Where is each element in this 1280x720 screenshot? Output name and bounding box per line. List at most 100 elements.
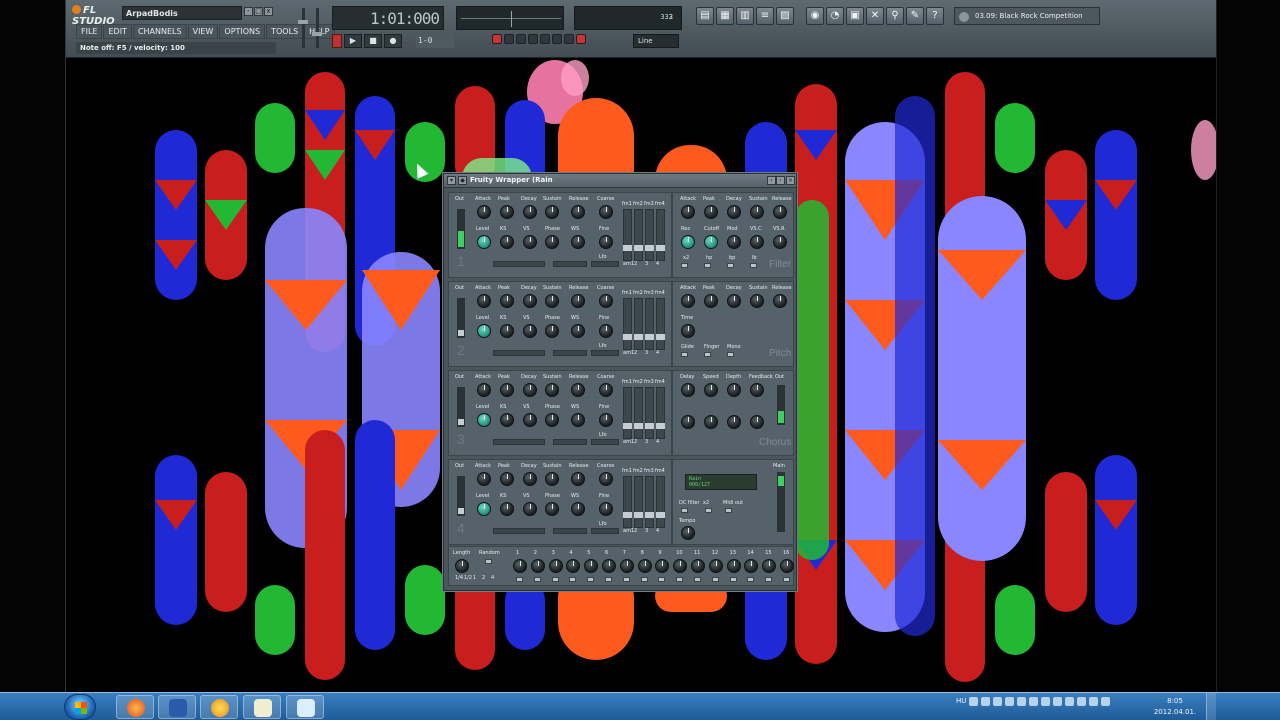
filter-knob-b2[interactable]	[727, 235, 741, 249]
step-knob-1[interactable]	[530, 559, 545, 573]
filter-knob-b0[interactable]	[681, 235, 695, 249]
osc-knob-2[interactable]	[523, 383, 537, 397]
show-desktop-button[interactable]	[1206, 693, 1216, 720]
help-tray-icon[interactable]	[969, 697, 979, 706]
osc-knob-5[interactable]	[599, 383, 613, 397]
menu-file[interactable]: FILE	[76, 24, 103, 39]
lfo-selector[interactable]	[591, 528, 619, 534]
step-toggle-3[interactable]	[569, 577, 577, 582]
chorus-knob-2[interactable]	[727, 383, 741, 397]
pitch-toggle-0[interactable]	[681, 352, 688, 357]
osc-knob-2[interactable]	[523, 205, 537, 219]
taskbar-fl-studio[interactable]	[200, 695, 238, 719]
osc-knob-b2[interactable]	[545, 413, 559, 427]
app-tray-icon-7[interactable]	[1101, 697, 1111, 706]
lfo-selector[interactable]	[591, 439, 619, 445]
fm-sliders[interactable]: fm1 am1 fm2 2 fm3 3 fm4 4	[622, 290, 669, 356]
chorus-knob-1[interactable]	[704, 383, 718, 397]
app-tray-icon-6[interactable]	[1089, 697, 1099, 706]
snap-selector[interactable]: Line	[633, 34, 679, 48]
stop-button[interactable]: ■	[364, 34, 382, 48]
osc-knob-0[interactable]	[477, 294, 491, 308]
app-tray-icon-3[interactable]	[1053, 697, 1063, 706]
plugin-title-bar[interactable]: ▾ ◆ Fruity Wrapper (Rain ‹ › ×	[444, 174, 796, 188]
ws-selector[interactable]	[553, 439, 587, 445]
taskbar-paint[interactable]	[286, 695, 324, 719]
step-knob-14[interactable]	[762, 559, 777, 573]
filter-knob-b3[interactable]	[750, 235, 764, 249]
rec-toggle[interactable]	[492, 34, 502, 44]
fm-sliders[interactable]: fm1 am1 fm2 2 fm3 3 fm4 4	[622, 379, 669, 445]
osc-knob-b2[interactable]	[545, 324, 559, 338]
typing-keyboard-toggle[interactable]	[564, 34, 574, 44]
search-icon[interactable]: ⚲	[886, 7, 904, 25]
step-toggle-4[interactable]	[587, 577, 595, 582]
osc-level-knob[interactable]	[477, 235, 491, 249]
osc-knob-b0[interactable]	[500, 235, 514, 249]
osc-knob-b4[interactable]	[599, 413, 613, 427]
pattern-song-toggle[interactable]	[332, 34, 342, 48]
osc-knob-3[interactable]	[545, 205, 559, 219]
chorus-knob-b0[interactable]	[681, 415, 695, 429]
countdown-toggle[interactable]	[528, 34, 538, 44]
osc-knob-0[interactable]	[477, 205, 491, 219]
maximize-button[interactable]: □	[254, 7, 263, 16]
minimize-button[interactable]: -	[244, 7, 253, 16]
step-toggle-11[interactable]	[711, 577, 719, 582]
piano-roll-icon[interactable]: ▥	[736, 7, 754, 25]
taskbar-save[interactable]	[158, 695, 196, 719]
chorus-knob-b1[interactable]	[704, 415, 718, 429]
ws-selector[interactable]	[553, 350, 587, 356]
osc-knob-b3[interactable]	[571, 324, 585, 338]
osc-knob-0[interactable]	[477, 383, 491, 397]
plugin-prev-button[interactable]: ‹	[767, 176, 776, 185]
filter-knob-b1[interactable]	[704, 235, 718, 249]
osc-knob-3[interactable]	[545, 294, 559, 308]
step-knob-4[interactable]	[584, 559, 599, 573]
save-icon[interactable]: ▣	[846, 7, 864, 25]
osc-knob-b2[interactable]	[545, 235, 559, 249]
pitch-time-knob[interactable]	[681, 324, 695, 338]
metronome-toggle[interactable]	[516, 34, 526, 44]
network-tray-icon[interactable]	[993, 697, 1003, 706]
fm-sliders[interactable]: fm1 am1 fm2 2 fm3 3 fm4 4	[622, 201, 669, 267]
osc-knob-2[interactable]	[523, 472, 537, 486]
filter-knob-1[interactable]	[704, 205, 718, 219]
step-toggle-15[interactable]	[783, 577, 790, 582]
pitch-knob-1[interactable]	[704, 294, 718, 308]
osc-knob-b4[interactable]	[599, 502, 613, 516]
volume-tray-icon[interactable]	[1005, 697, 1015, 706]
taskbar-notepad[interactable]	[243, 695, 281, 719]
filter-knob-3[interactable]	[750, 205, 764, 219]
osc-knob-b0[interactable]	[500, 413, 514, 427]
menu-options[interactable]: OPTIONS	[219, 24, 266, 39]
ws-selector[interactable]	[553, 261, 587, 267]
taskbar-clock[interactable]: 8:05 2012.04.01.	[1150, 696, 1200, 718]
pitch-toggle-1[interactable]	[704, 352, 711, 357]
osc-level-knob[interactable]	[477, 324, 491, 338]
chorus-knob-b3[interactable]	[750, 415, 764, 429]
step-knob-13[interactable]	[744, 559, 759, 573]
osc-knob-b3[interactable]	[571, 502, 585, 516]
step-knob-0[interactable]	[513, 559, 527, 573]
filter-mode-toggle-2[interactable]	[727, 263, 734, 268]
tempo-icon[interactable]: ◔	[826, 7, 844, 25]
filter-knob-b4[interactable]	[773, 235, 787, 249]
online-icon[interactable]: ◉	[806, 7, 824, 25]
pitch-knob-0[interactable]	[681, 294, 695, 308]
step-knob-5[interactable]	[602, 559, 616, 573]
osc-knob-5[interactable]	[599, 294, 613, 308]
language-indicator[interactable]: HU	[956, 697, 966, 706]
pitch-knob-3[interactable]	[750, 294, 764, 308]
step-knob-6[interactable]	[619, 559, 634, 573]
step-knob-3[interactable]	[566, 559, 581, 573]
step-toggle-10[interactable]	[694, 577, 701, 582]
plugin-menu-button[interactable]: ▾	[447, 176, 456, 185]
osc-knob-4[interactable]	[571, 472, 585, 486]
osc-level-knob[interactable]	[477, 413, 491, 427]
osc-knob-b1[interactable]	[523, 324, 537, 338]
osc-knob-b1[interactable]	[523, 413, 537, 427]
chorus-out-meter[interactable]	[777, 385, 785, 425]
step-toggle-9[interactable]	[676, 577, 684, 582]
osc-knob-b3[interactable]	[571, 413, 585, 427]
